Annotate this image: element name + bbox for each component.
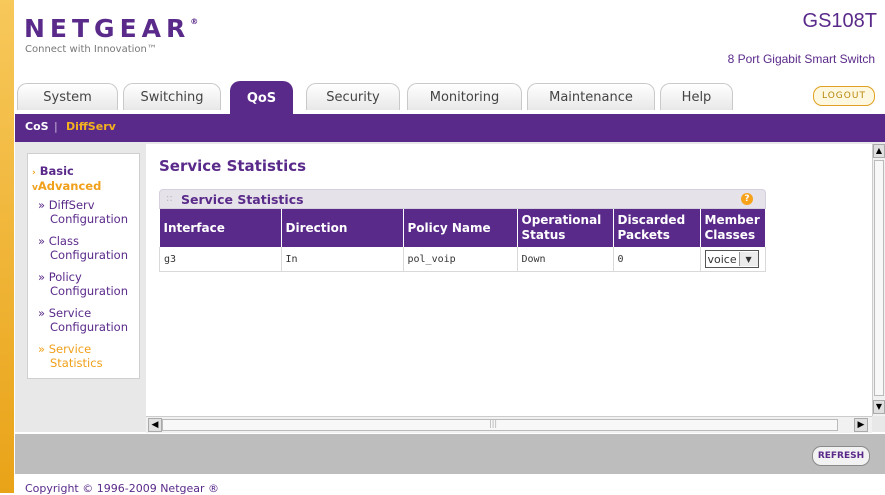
sidebar-item-class-configuration[interactable]: » Class Configuration [38,234,128,262]
help-icon[interactable]: ? [741,193,753,205]
tab-help[interactable]: Help [660,83,733,110]
sidebar-item-diffserv-configuration[interactable]: » DiffServ Configuration [38,198,128,226]
tab-qos[interactable]: QoS [230,81,293,114]
tagline: Connect with Innovation™ [25,44,157,55]
table-header-row: Interface Direction Policy Name Operatio… [159,209,766,247]
table-row: g3 In pol_voip Down 0 voice ▼ [159,247,766,272]
sidebar-item-basic[interactable]: › Basic [32,164,74,180]
vertical-scrollbar[interactable]: ▲ ▼ [872,144,885,416]
subnav-cos[interactable]: CoS [25,120,49,133]
netgear-logo: NETGEAR® [24,14,199,43]
main-tabs: System Switching QoS Security Monitoring… [15,81,885,114]
horizontal-scroll-thumb[interactable]: ||| [162,419,838,431]
logout-button[interactable]: LOGOUT [813,86,875,106]
refresh-button[interactable]: REFRESH [812,446,870,466]
subnav-separator: | [54,120,58,133]
scroll-right-icon[interactable]: ▶ [854,418,868,432]
grip-icon: :: [166,193,173,204]
tab-monitoring[interactable]: Monitoring [407,83,522,110]
column-header-direction: Direction [281,209,404,247]
vertical-scroll-thumb[interactable] [874,160,884,396]
scroll-down-icon[interactable]: ▼ [873,400,885,414]
panel-title: Service Statistics [181,192,304,207]
horizontal-scrollbar[interactable]: ◀ ||| ▶ [146,416,872,433]
sidebar-menu: › Basic vAdvanced » DiffServ Configuratio… [27,153,140,379]
product-subtitle: 8 Port Gigabit Smart Switch [727,52,875,66]
tab-switching[interactable]: Switching [123,83,221,110]
tab-security[interactable]: Security [306,83,400,110]
subnav-diffserv[interactable]: DiffServ [66,120,116,133]
chevron-right-icon: › [32,168,36,178]
scroll-up-icon[interactable]: ▲ [873,144,885,158]
grip-icon: ||| [489,419,498,428]
cell-operational-status: Down [517,247,614,272]
main-content: Service Statistics :: Service Statistics… [146,144,872,416]
cell-interface: g3 [159,247,282,272]
statistics-table: Interface Direction Policy Name Operatio… [159,209,766,272]
page-title: Service Statistics [159,157,307,175]
cell-member-classes: voice ▼ [700,247,766,272]
sidebar-item-advanced[interactable]: vAdvanced [32,179,101,195]
tab-system[interactable]: System [17,83,118,110]
cell-discarded-packets: 0 [613,247,701,272]
panel-header: :: Service Statistics ? [159,189,766,209]
member-classes-select[interactable]: voice ▼ [704,250,759,268]
cell-policy-name: pol_voip [403,247,518,272]
column-header-interface: Interface [159,209,282,247]
left-accent-bar [0,0,14,493]
column-header-policy-name: Policy Name [403,209,518,247]
sub-navigation: CoS | DiffServ [15,114,885,142]
service-statistics-panel: :: Service Statistics ? Interface Direct… [159,189,766,325]
model-name: GS108T [802,10,877,32]
copyright-text: Copyright © 1996-2009 Netgear ® [25,482,220,495]
cell-direction: In [281,247,404,272]
scroll-left-icon[interactable]: ◀ [148,418,162,432]
chevron-down-icon: ▼ [738,252,758,266]
sidebar-item-service-configuration[interactable]: » Service Configuration [38,306,128,334]
footer-bar: REFRESH [15,434,885,474]
column-header-member-classes: Member Classes [700,209,766,247]
sidebar-item-policy-configuration[interactable]: » Policy Configuration [38,270,128,298]
app-window: NETGEAR® Connect with Innovation™ GS108T… [0,0,885,495]
column-header-operational-status: Operational Status [517,209,614,247]
tab-maintenance[interactable]: Maintenance [527,83,655,110]
column-header-discarded-packets: Discarded Packets [613,209,701,247]
sidebar-item-service-statistics[interactable]: » Service Statistics [38,342,103,370]
